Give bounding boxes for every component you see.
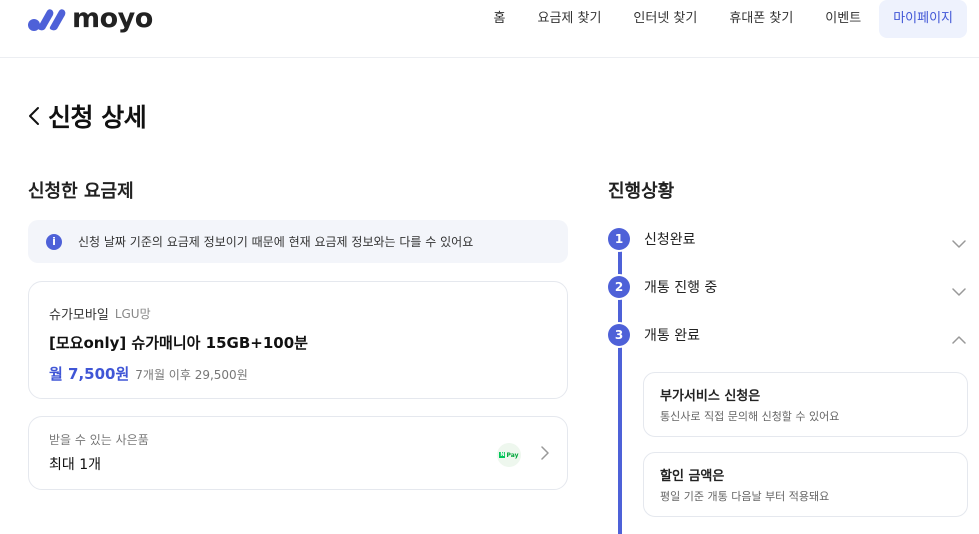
gift-label: 받을 수 있는 사은품 <box>49 433 149 447</box>
page-title: 신청 상세 <box>48 103 147 132</box>
npay-icon: N Pay <box>497 443 521 467</box>
progress-section-title: 진행상황 <box>608 181 675 202</box>
plan-section-title: 신청한 요금제 <box>28 181 134 202</box>
plan-price-after: 7개월 이후 29,500원 <box>135 368 248 382</box>
gift-card[interactable]: 받을 수 있는 사은품 최대 1개 N Pay <box>28 416 568 490</box>
moyo-logo[interactable]: moyo <box>28 2 153 36</box>
detail-title: 부가서비스 신청은 <box>660 389 761 404</box>
detail-card-addon-service: 부가서비스 신청은 통신사로 직접 문의해 신청할 수 있어요 <box>643 372 968 437</box>
detail-title: 할인 금액은 <box>660 469 725 484</box>
npay-badge-text: Pay <box>506 451 519 459</box>
step-label: 개통 완료 <box>644 328 700 344</box>
plan-price-row: 월 7,500원 7개월 이후 29,500원 <box>49 363 547 384</box>
plan-provider-row: 슈가모바일 LGU망 <box>49 304 547 323</box>
back-button[interactable] <box>28 101 48 131</box>
nav-find-plan[interactable]: 요금제 찾기 <box>521 0 617 38</box>
chevron-down-icon <box>952 233 966 252</box>
chevron-up-icon <box>952 329 966 348</box>
plan-provider: 슈가모바일 <box>49 308 109 323</box>
chevron-down-icon <box>952 281 966 300</box>
plan-notice-text: 신청 날짜 기준의 요금제 정보이기 때문에 현재 요금제 정보와는 다를 수 … <box>78 235 474 249</box>
plan-name: [모요only] 슈가매니아 15GB+100분 <box>49 334 308 352</box>
progress-step-2[interactable]: 2 개통 진행 중 <box>608 275 968 299</box>
detail-desc: 평일 기준 개통 다음날 부터 적용돼요 <box>660 490 830 503</box>
detail-card-discount: 할인 금액은 평일 기준 개통 다음날 부터 적용돼요 <box>643 452 968 517</box>
detail-desc: 통신사로 직접 문의해 신청할 수 있어요 <box>660 410 840 423</box>
progress-step-1[interactable]: 1 신청완료 <box>608 227 968 251</box>
top-header: moyo 홈 요금제 찾기 인터넷 찾기 휴대폰 찾기 이벤트 마이페이지 <box>0 0 979 58</box>
npay-badge: N Pay <box>499 451 519 459</box>
nav-find-internet[interactable]: 인터넷 찾기 <box>617 0 713 38</box>
step-label: 개통 진행 중 <box>644 280 718 296</box>
plan-notice: i 신청 날짜 기준의 요금제 정보이기 때문에 현재 요금제 정보와는 다를 … <box>28 220 568 263</box>
chevron-left-icon <box>29 107 39 125</box>
nav-find-phone[interactable]: 휴대폰 찾기 <box>713 0 809 38</box>
plan-price: 월 7,500원 <box>49 365 130 383</box>
gift-value: 최대 1개 <box>49 457 101 473</box>
chevron-right-icon <box>541 445 549 464</box>
moyo-logo-icon <box>28 9 66 31</box>
step-number: 2 <box>608 276 630 298</box>
info-icon: i <box>46 233 62 250</box>
progress-step-3[interactable]: 3 개통 완료 <box>608 323 968 347</box>
step-number: 1 <box>608 228 630 250</box>
step-label: 신청완료 <box>644 232 696 248</box>
main-nav: 홈 요금제 찾기 인터넷 찾기 휴대폰 찾기 이벤트 마이페이지 <box>478 0 967 38</box>
step-number: 3 <box>608 324 630 346</box>
nav-mypage[interactable]: 마이페이지 <box>879 0 967 38</box>
logo-text: moyo <box>72 3 153 34</box>
plan-network: LGU망 <box>114 307 151 321</box>
page-title-row: 신청 상세 <box>28 98 147 134</box>
nav-event[interactable]: 이벤트 <box>809 0 877 38</box>
plan-card: 슈가모바일 LGU망 [모요only] 슈가매니아 15GB+100분 월 7,… <box>28 281 568 399</box>
nav-home[interactable]: 홈 <box>478 0 522 38</box>
